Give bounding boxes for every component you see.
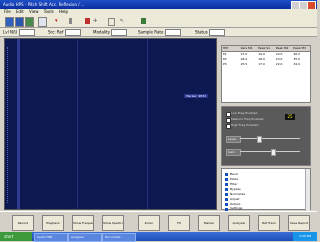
mid-freq-label: Medium Freq Enabled <box>231 117 264 121</box>
function-button-bar: Record Playback Show Frequency Show Spec… <box>0 211 317 232</box>
zoom-func-button[interactable]: Zoom <box>138 215 160 231</box>
signal-band <box>17 39 20 209</box>
settings-tree: Band Mode Filter Bypass Normalize Adjust… <box>221 168 311 211</box>
option-sample-rate[interactable]: Sample Rate <box>138 29 181 36</box>
tree-node-icon <box>225 183 228 186</box>
analyzer-func-button[interactable]: Analyzer <box>228 215 250 231</box>
level-slider-label: Level <box>226 136 241 143</box>
cursor-icon[interactable]: ✛ <box>93 18 98 24</box>
save-report-button[interactable]: Save Report <box>288 215 310 231</box>
table-row[interactable]: P3 25.5 17.0 22.0 34.0 <box>222 62 310 67</box>
divider-icon <box>69 18 72 24</box>
title-bar: Audio HPS - Pitch Shift Acc. Reflexion /… <box>0 0 317 10</box>
option-sample-rate-box[interactable] <box>164 29 181 36</box>
control-panel: Low Freq Enabled Medium Freq Enabled Hig… <box>221 106 311 166</box>
taskbar: start Audio HPS Analyzer Document 3:30 P… <box>0 232 317 242</box>
tree-item[interactable]: Bypass <box>230 187 241 191</box>
tree-node-icon <box>225 178 228 181</box>
option-status-box[interactable] <box>209 29 226 36</box>
tree-scrollbar[interactable] <box>305 169 310 211</box>
option-status[interactable]: Status <box>195 29 226 36</box>
tree-item[interactable]: Settings <box>230 206 242 210</box>
option-level[interactable]: Lvl N/U <box>3 29 35 36</box>
column-header[interactable]: Peak M3 <box>292 46 310 51</box>
table-cell: 22.0 <box>275 62 283 66</box>
options-bar: Lvl N/U Src: Ref Modality Sample Rate St… <box>0 28 317 37</box>
save-button[interactable] <box>15 17 24 27</box>
zoom-icon[interactable] <box>108 18 115 26</box>
marker-label: Marker: 9832 <box>184 94 208 98</box>
clock: 3:30 PM <box>293 232 317 241</box>
tree-item[interactable]: Mode <box>230 177 238 181</box>
ref-track-button[interactable]: Ref Track <box>258 215 280 231</box>
table-cell: 25.5 <box>240 62 248 66</box>
table-cell: 17.0 <box>258 62 265 66</box>
column-header[interactable]: HM <box>222 46 240 51</box>
stop-icon[interactable] <box>85 18 90 24</box>
tree-node-icon <box>225 203 228 206</box>
option-source[interactable]: Src: Ref <box>48 29 81 36</box>
option-source-label: Src: Ref <box>48 29 64 35</box>
pointer-icon[interactable]: ↖ <box>120 18 125 24</box>
play-icon[interactable] <box>141 18 146 24</box>
tree-item[interactable]: Adjust <box>230 197 239 201</box>
grid-line <box>147 39 148 209</box>
option-modality-box[interactable] <box>111 29 128 36</box>
tree-item[interactable]: Filter <box>230 182 237 186</box>
option-status-label: Status <box>195 29 208 35</box>
y-scale <box>7 47 11 203</box>
option-modality[interactable]: Modality <box>93 29 128 36</box>
start-button[interactable]: start <box>0 232 32 241</box>
option-sample-rate-label: Sample Rate <box>138 29 164 35</box>
tree-item[interactable]: Normalize <box>230 192 245 196</box>
option-source-box[interactable] <box>64 29 81 36</box>
marker-func-button[interactable]: Marker <box>198 215 220 231</box>
value-display: 25 <box>285 114 295 120</box>
option-level-box[interactable] <box>18 29 35 36</box>
tree-node-icon <box>225 198 228 201</box>
gain-slider[interactable] <box>240 149 300 156</box>
gain-slider-label: Gain <box>226 149 241 156</box>
peak-table: HM Vers M1 Peak S1 Peak M2 Peak M3 P1 27… <box>221 45 311 103</box>
level-slider-thumb[interactable] <box>257 136 263 143</box>
open-button[interactable] <box>5 17 14 27</box>
fit-func-button[interactable]: Fit <box>168 215 190 231</box>
tree-node-icon <box>225 173 228 176</box>
playback-func-button[interactable]: Playback <box>42 215 64 231</box>
gain-slider-thumb[interactable] <box>271 149 277 156</box>
column-header[interactable]: Peak S1 <box>257 46 275 51</box>
high-freq-label: High Freq Enabled <box>231 123 259 127</box>
tree-item[interactable]: Band <box>230 172 238 176</box>
window-title: Audio HPS - Pitch Shift Acc. Reflexion /… <box>3 2 85 7</box>
option-modality-label: Modality <box>93 29 111 35</box>
tree-node-icon <box>225 193 228 196</box>
spectrum-view[interactable]: Marker: 9832 <box>4 38 217 210</box>
option-level-label: Lvl N/U <box>3 29 18 35</box>
toolbar: ▾ ✛ ↖ <box>0 15 317 28</box>
table-cell: 34.0 <box>293 62 301 66</box>
record-func-button[interactable]: Record <box>12 215 34 231</box>
level-slider[interactable] <box>240 136 300 143</box>
grid-line <box>77 39 78 209</box>
record-button[interactable] <box>25 17 34 27</box>
column-header[interactable]: Vers M1 <box>240 46 258 51</box>
low-freq-label: Low Freq Enabled <box>231 111 258 115</box>
column-header[interactable]: Peak M2 <box>275 46 293 51</box>
tree-node-icon <box>225 188 228 191</box>
show-frequency-button[interactable]: Show Frequency <box>72 215 94 231</box>
table-cell: P3 <box>223 62 227 66</box>
show-spectrum-button[interactable]: Show Spectrum <box>102 215 124 231</box>
copy-button[interactable] <box>38 17 47 27</box>
marker-icon[interactable]: ▾ <box>55 18 60 24</box>
